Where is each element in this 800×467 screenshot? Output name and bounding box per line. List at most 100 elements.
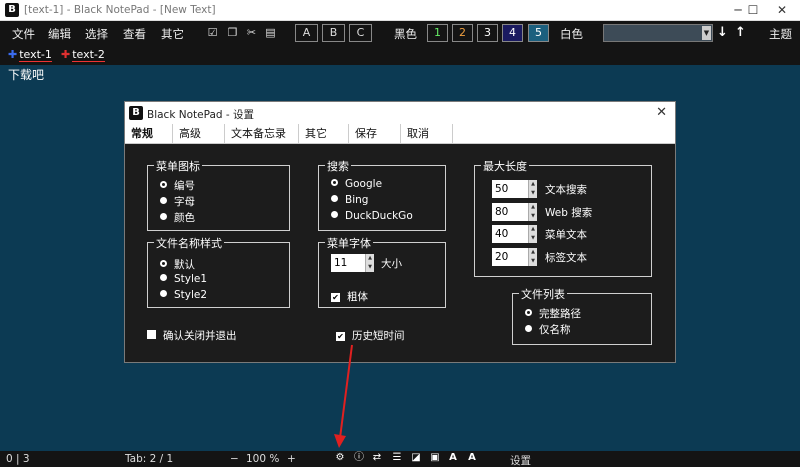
tab-general[interactable]: 常规 xyxy=(125,124,173,144)
radio-icon xyxy=(331,211,338,218)
radio-icon xyxy=(160,290,167,297)
font-decrease-icon[interactable]: A xyxy=(466,452,478,464)
group-title: 文件列表 xyxy=(519,286,567,302)
web-length-spinner[interactable]: 80 ▲ ▼ xyxy=(492,203,537,221)
radio-style1[interactable]: Style1 xyxy=(160,273,207,285)
radio-selected-icon xyxy=(160,260,167,267)
theme-1-button[interactable]: 1 xyxy=(427,24,448,42)
window-titlebar: B [text-1] - Black NotePad - [New Text] … xyxy=(0,0,800,21)
tab-cancel[interactable]: 取消 xyxy=(401,124,453,144)
radio-style2[interactable]: Style2 xyxy=(160,289,207,301)
paste-icon[interactable]: ▤ xyxy=(264,26,277,39)
menu-other[interactable]: 其它 xyxy=(161,26,184,42)
theme-3-button[interactable]: 3 xyxy=(477,24,498,42)
arrow-down-button[interactable]: ↓ xyxy=(717,25,728,40)
radio-letter[interactable]: 字母 xyxy=(160,194,195,209)
font-size-spinner[interactable]: 11 ▲ ▼ xyxy=(331,254,374,272)
tab-save[interactable]: 保存 xyxy=(349,124,401,144)
close-button[interactable]: ✕ xyxy=(768,1,796,19)
spinner-value: 40 xyxy=(495,228,509,240)
white-theme-label[interactable]: 白色 xyxy=(560,26,583,42)
file-style-group: 文件名称样式 默认 Style1 Style2 xyxy=(147,235,290,308)
main-toolbar: 文件 编辑 选择 查看 其它 ☑ ❐ ✂ ▤ A B C 黑色 1 2 3 4 … xyxy=(0,21,800,45)
menu-edit[interactable]: 编辑 xyxy=(48,26,71,42)
spinner-arrows-icon[interactable]: ▲ ▼ xyxy=(365,254,374,272)
group-title: 搜索 xyxy=(325,158,351,174)
tab-advanced[interactable]: 高级 xyxy=(173,124,225,144)
menu-view[interactable]: 查看 xyxy=(123,26,146,42)
radio-icon xyxy=(160,274,167,281)
app-logo-icon: B xyxy=(5,3,19,17)
search-length-spinner[interactable]: 50 ▲ ▼ xyxy=(492,180,537,198)
dialog-tabs: 常规 高级 文本备忘录 其它 保存 取消 xyxy=(125,124,675,144)
radio-google[interactable]: Google xyxy=(331,178,382,190)
word-wrap-icon[interactable]: ▣ xyxy=(429,452,441,464)
radio-color[interactable]: 颜色 xyxy=(160,210,195,225)
menu-select[interactable]: 选择 xyxy=(85,26,108,42)
radio-selected-icon xyxy=(160,181,167,188)
radio-icon xyxy=(160,197,167,204)
radio-full-path[interactable]: 完整路径 xyxy=(525,306,581,321)
dialog-close-button[interactable]: ✕ xyxy=(656,105,667,120)
style-a-button[interactable]: A xyxy=(295,24,318,42)
tab-label: text-1 xyxy=(19,48,52,62)
swap-icon[interactable]: ⇄ xyxy=(371,452,383,464)
zoom-in-button[interactable]: + xyxy=(287,453,296,465)
confirm-close-checkbox[interactable]: 确认关闭并退出 xyxy=(147,328,237,343)
tab-text-memo[interactable]: 文本备忘录 xyxy=(225,124,299,144)
maximize-button[interactable]: ☐ xyxy=(739,1,767,19)
group-title: 菜单字体 xyxy=(325,235,373,251)
theme-label[interactable]: 主题 xyxy=(769,26,792,42)
radio-bing[interactable]: Bing xyxy=(331,194,368,206)
spinner-arrows-icon[interactable]: ▲ ▼ xyxy=(528,180,537,198)
settings-label[interactable]: 设置 xyxy=(510,453,531,467)
contrast-icon[interactable]: ◪ xyxy=(410,452,422,464)
theme-2-button[interactable]: 2 xyxy=(452,24,473,42)
zoom-out-button[interactable]: − xyxy=(230,453,239,465)
theme-5-button[interactable]: 5 xyxy=(528,24,549,42)
checkbox-icon xyxy=(147,330,156,339)
radio-number[interactable]: 编号 xyxy=(160,178,195,193)
group-title: 最大长度 xyxy=(481,158,529,174)
group-title: 文件名称样式 xyxy=(154,235,224,251)
black-theme-label[interactable]: 黑色 xyxy=(394,26,417,42)
copy-icon[interactable]: ❐ xyxy=(226,26,239,39)
radio-name-only[interactable]: 仅名称 xyxy=(525,322,571,337)
tab-text-1[interactable]: ✚ text-1 xyxy=(8,48,52,62)
theme-4-button[interactable]: 4 xyxy=(502,24,523,42)
style-b-button[interactable]: B xyxy=(322,24,345,42)
tab-other[interactable]: 其它 xyxy=(299,124,349,144)
font-increase-icon[interactable]: A xyxy=(447,452,459,464)
cut-icon[interactable]: ✂ xyxy=(245,26,258,39)
spinner-arrows-icon[interactable]: ▲ ▼ xyxy=(528,225,537,243)
history-short-checkbox[interactable]: ✔ 历史短时间 xyxy=(336,328,405,343)
checkmark-icon: ✔ xyxy=(336,332,345,341)
spinner-arrows-icon[interactable]: ▲ ▼ xyxy=(528,248,537,266)
radio-duckduckgo[interactable]: DuckDuckGo xyxy=(331,210,413,222)
radio-selected-icon xyxy=(525,309,532,316)
tab-text-2[interactable]: ✚ text-2 xyxy=(61,48,105,62)
chevron-down-icon[interactable]: ▼ xyxy=(702,26,711,40)
info-icon[interactable]: ⓘ xyxy=(353,452,365,464)
length-label: Web 搜索 xyxy=(545,207,593,219)
dialog-title: Black NotePad - 设置 xyxy=(147,109,255,121)
radio-icon xyxy=(525,325,532,332)
style-c-button[interactable]: C xyxy=(349,24,372,42)
spinner-value: 20 xyxy=(495,251,509,263)
list-icon[interactable]: ☰ xyxy=(391,452,403,464)
spinner-arrows-icon[interactable]: ▲ ▼ xyxy=(528,203,537,221)
tab-length-spinner[interactable]: 20 ▲ ▼ xyxy=(492,248,537,266)
bold-checkbox[interactable]: ✔ 粗体 xyxy=(331,289,368,304)
app-logo-icon: B xyxy=(129,106,143,120)
menu-length-spinner[interactable]: 40 ▲ ▼ xyxy=(492,225,537,243)
editor-content[interactable]: 下载吧 xyxy=(8,66,44,83)
radio-default[interactable]: 默认 xyxy=(160,257,195,272)
checkbox-icon[interactable]: ☑ xyxy=(206,26,219,39)
radio-selected-icon xyxy=(331,179,338,186)
theme-select[interactable]: ▼ xyxy=(603,24,713,42)
arrow-up-button[interactable]: ↑ xyxy=(735,25,746,40)
length-label: 文本搜索 xyxy=(545,184,587,196)
settings-icon[interactable]: ⚙ xyxy=(334,452,346,464)
length-label: 菜单文本 xyxy=(545,229,587,241)
menu-file[interactable]: 文件 xyxy=(12,26,35,42)
